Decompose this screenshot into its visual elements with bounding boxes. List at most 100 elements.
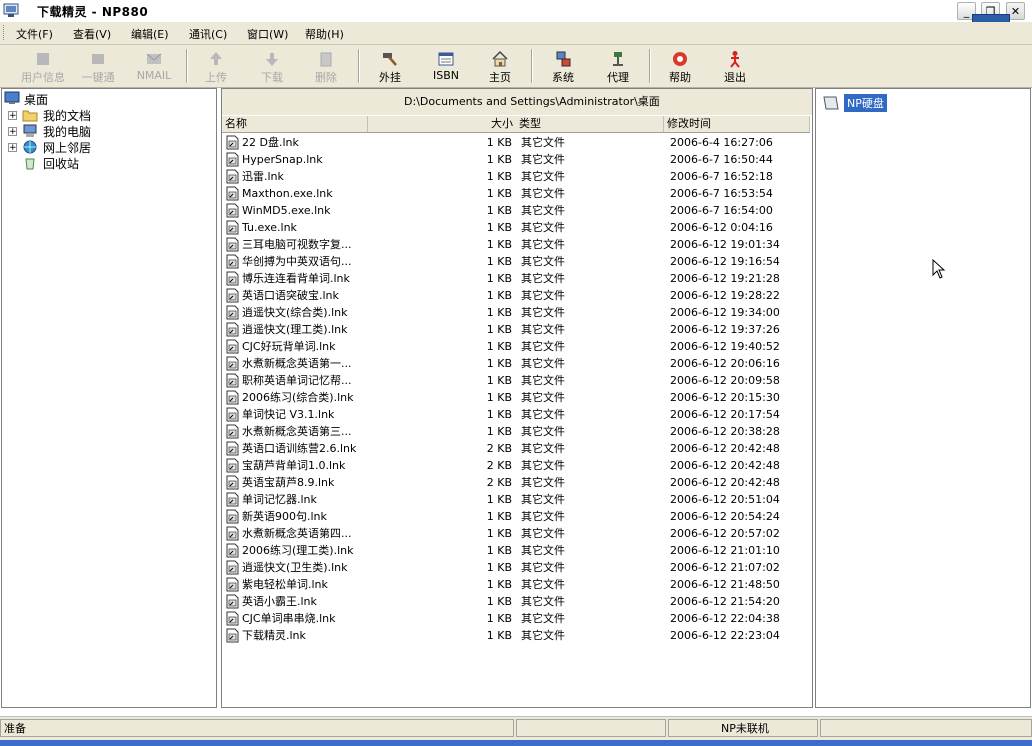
file-size: 1 KB <box>486 340 512 353</box>
column-name[interactable]: 名称 <box>222 116 368 132</box>
file-row[interactable]: 水煮新概念英语第四... 1 KB 其它文件 2006-6-12 20:57:02 <box>222 525 810 542</box>
file-size: 1 KB <box>486 408 512 421</box>
file-row[interactable]: 单词记忆器.lnk 1 KB 其它文件 2006-6-12 20:51:04 <box>222 491 810 508</box>
file-row[interactable]: 逍遥快文(卫生类).lnk 1 KB 其它文件 2006-6-12 21:07:02 <box>222 559 810 576</box>
file-type: 其它文件 <box>521 578 565 591</box>
column-size[interactable]: 大小 <box>488 116 518 132</box>
file-row[interactable]: 英语小霸王.lnk 1 KB 其它文件 2006-6-12 21:54:20 <box>222 593 810 610</box>
file-size: 2 KB <box>486 442 512 455</box>
file-row[interactable]: 迅雷.lnk 1 KB 其它文件 2006-6-7 16:52:18 <box>222 168 810 185</box>
help-button[interactable]: 帮助 <box>652 48 708 84</box>
user-info-icon <box>37 53 49 65</box>
file-size: 1 KB <box>486 255 512 268</box>
expand-toggle[interactable]: + <box>8 143 17 153</box>
status-connection: NP未联机 <box>668 719 818 737</box>
menu-file[interactable]: 文件(F) <box>16 26 53 42</box>
folder-tree[interactable]: 桌面 + 我的文档 + 我的电脑 + 网上邻居 回收站 <box>1 88 217 708</box>
file-modified: 2006-6-12 19:16:54 <box>670 255 780 268</box>
file-row[interactable]: 英语口语训练营2.6.lnk 2 KB 其它文件 2006-6-12 20:42:48 <box>222 440 810 457</box>
file-row[interactable]: 博乐连连看背单词.lnk 1 KB 其它文件 2006-6-12 19:21:28 <box>222 270 810 287</box>
delete-button[interactable]: 删除 <box>298 48 354 84</box>
file-list-pane: D:\Documents and Settings\Administrator\… <box>221 88 813 708</box>
file-name: 紫电轻松单词.lnk <box>242 578 328 591</box>
shortcut-file-icon <box>226 611 239 626</box>
file-type: 其它文件 <box>521 561 565 574</box>
file-name: 英语口语训练营2.6.lnk <box>242 442 357 455</box>
system-button[interactable]: 系统 <box>535 48 591 84</box>
user-info-button[interactable]: 用户信息 <box>15 48 71 84</box>
upload-button[interactable]: 上传 <box>188 48 244 84</box>
tree-node-label: 桌面 <box>24 93 49 107</box>
system-icon <box>556 51 571 67</box>
file-row[interactable]: 2006练习(理工类).lnk 1 KB 其它文件 2006-6-12 21:01:1… <box>222 542 810 559</box>
shortcut-file-icon <box>226 475 239 490</box>
file-row[interactable]: 单词快记 V3.1.lnk 1 KB 其它文件 2006-6-12 20:17:54 <box>222 406 810 423</box>
exit-button[interactable]: 退出 <box>707 48 763 84</box>
file-row[interactable]: 宝葫芦背单词1.0.lnk 2 KB 其它文件 2006-6-12 20:42:48 <box>222 457 810 474</box>
desktop-icon <box>4 91 20 104</box>
shortcut-file-icon <box>226 543 239 558</box>
shortcut-file-icon <box>226 373 239 388</box>
file-type: 其它文件 <box>521 221 565 234</box>
file-row[interactable]: 职称英语单词记忆帮... 1 KB 其它文件 2006-6-12 20:09:58 <box>222 372 810 389</box>
file-name: 逍遥快文(综合类).lnk <box>242 306 348 319</box>
file-row[interactable]: 华创搏为中英双语句... 1 KB 其它文件 2006-6-12 19:16:54 <box>222 253 810 270</box>
file-size: 1 KB <box>486 204 512 217</box>
isbn-button[interactable]: ISBN <box>418 48 474 84</box>
homepage-button[interactable]: 主页 <box>472 48 528 84</box>
file-row[interactable]: 紫电轻松单词.lnk 1 KB 其它文件 2006-6-12 21:48:50 <box>222 576 810 593</box>
menu-window[interactable]: 窗口(W) <box>247 26 288 42</box>
nmail-button[interactable]: NMAIL <box>126 48 182 84</box>
file-row[interactable]: HyperSnap.lnk 1 KB 其它文件 2006-6-7 16:50:44 <box>222 151 810 168</box>
shortcut-file-icon <box>226 441 239 456</box>
column-header: 名称 大小 类型 修改时间 <box>222 116 810 133</box>
shortcut-file-icon <box>226 407 239 422</box>
status-bar: 准备 NP未联机 <box>0 716 1032 741</box>
column-modified[interactable]: 修改时间 <box>664 116 810 132</box>
shortcut-file-icon <box>226 594 239 609</box>
menu-edit[interactable]: 编辑(E) <box>131 26 169 42</box>
file-row[interactable]: CJC单词串串烧.lnk 1 KB 其它文件 2006-6-12 22:04:38 <box>222 610 810 627</box>
proxy-button[interactable]: 代理 <box>590 48 646 84</box>
menu-view[interactable]: 查看(V) <box>73 26 111 42</box>
file-row[interactable]: WinMD5.exe.lnk 1 KB 其它文件 2006-6-7 16:54:00 <box>222 202 810 219</box>
file-type: 其它文件 <box>521 306 565 319</box>
file-row[interactable]: 下载精灵.lnk 1 KB 其它文件 2006-6-12 22:23:04 <box>222 627 810 644</box>
file-row[interactable]: 三耳电脑可视数字复... 1 KB 其它文件 2006-6-12 19:01:34 <box>222 236 810 253</box>
file-name: 下载精灵.lnk <box>242 629 306 642</box>
tree-node-label: 我的电脑 <box>43 125 92 139</box>
file-size: 1 KB <box>486 374 512 387</box>
file-row[interactable]: 英语口语突破宝.lnk 1 KB 其它文件 2006-6-12 19:28:22 <box>222 287 810 304</box>
tree-node-label: 我的文档 <box>43 109 92 123</box>
file-row[interactable]: 逍遥快文(综合类).lnk 1 KB 其它文件 2006-6-12 19:34:00 <box>222 304 810 321</box>
file-name: WinMD5.exe.lnk <box>242 204 331 217</box>
file-row[interactable]: 水煮新概念英语第一... 1 KB 其它文件 2006-6-12 20:06:16 <box>222 355 810 372</box>
file-size: 1 KB <box>486 357 512 370</box>
one-key-button[interactable]: 一键通 <box>70 48 126 84</box>
file-row[interactable]: Tu.exe.lnk 1 KB 其它文件 2006-6-12 0:04:16 <box>222 219 810 236</box>
expand-toggle[interactable]: + <box>8 111 17 121</box>
file-name: 三耳电脑可视数字复... <box>242 238 352 251</box>
plugin-button[interactable]: 外挂 <box>362 48 418 84</box>
file-row[interactable]: 逍遥快文(理工类).lnk 1 KB 其它文件 2006-6-12 19:37:26 <box>222 321 810 338</box>
file-row[interactable]: Maxthon.exe.lnk 1 KB 其它文件 2006-6-7 16:53:54 <box>222 185 810 202</box>
column-type[interactable]: 类型 <box>516 116 664 132</box>
file-type: 其它文件 <box>521 374 565 387</box>
file-row[interactable]: 2006练习(综合类).lnk 1 KB 其它文件 2006-6-12 20:15:3… <box>222 389 810 406</box>
shortcut-file-icon <box>226 237 239 252</box>
file-name: CJC单词串串烧.lnk <box>242 612 336 625</box>
file-row[interactable]: 22 D盘.lnk 1 KB 其它文件 2006-6-4 16:27:06 <box>222 134 810 151</box>
download-button[interactable]: 下载 <box>244 48 300 84</box>
file-row[interactable]: 英语宝葫芦8.9.lnk 2 KB 其它文件 2006-6-12 20:42:48 <box>222 474 810 491</box>
proxy-icon <box>613 52 623 66</box>
menu-help[interactable]: 帮助(H) <box>305 26 344 42</box>
expand-toggle[interactable]: + <box>8 127 17 137</box>
file-type: 其它文件 <box>521 459 565 472</box>
file-row[interactable]: 水煮新概念英语第三... 1 KB 其它文件 2006-6-12 20:38:28 <box>222 423 810 440</box>
file-name: 英语口语突破宝.lnk <box>242 289 339 302</box>
taskbar-strip <box>0 740 1032 746</box>
file-row[interactable]: 新英语900句.lnk 1 KB 其它文件 2006-6-12 20:54:24 <box>222 508 810 525</box>
file-size: 1 KB <box>486 136 512 149</box>
file-row[interactable]: CJC好玩背单词.lnk 1 KB 其它文件 2006-6-12 19:40:52 <box>222 338 810 355</box>
menu-communication[interactable]: 通讯(C) <box>189 26 227 42</box>
